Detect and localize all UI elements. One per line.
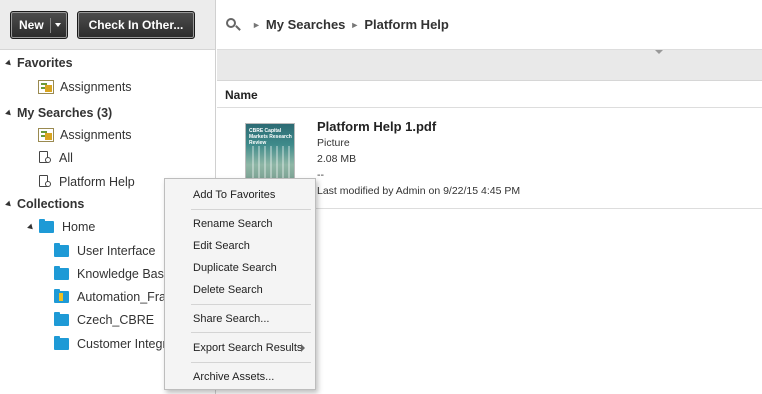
menu-item-delete-search[interactable]: Delete Search xyxy=(165,280,315,300)
check-in-other-label: Check In Other... xyxy=(88,18,184,32)
assignments-icon xyxy=(38,128,54,142)
asset-modified: Last modified by Admin on 9/22/15 4:45 P… xyxy=(317,185,521,197)
assignments-icon xyxy=(38,80,54,94)
context-menu: Add To Favorites Rename Search Edit Sear… xyxy=(164,178,316,390)
folder-icon xyxy=(54,312,69,326)
chevron-down-icon[interactable] xyxy=(655,50,663,54)
menu-item-archive-assets[interactable]: Archive Assets... xyxy=(165,367,315,387)
check-in-other-button[interactable]: Check In Other... xyxy=(77,11,195,39)
menu-item-export-search-results[interactable]: Export Search Results xyxy=(165,338,315,358)
saved-search-icon xyxy=(38,175,53,189)
new-button-label: New xyxy=(19,18,44,32)
tree-item-collection[interactable]: Czech_CBRE xyxy=(54,309,154,331)
search-icon[interactable] xyxy=(225,17,241,33)
tree-section-my-searches[interactable]: My Searches (3) xyxy=(5,102,113,124)
menu-item-add-to-favorites[interactable]: Add To Favorites xyxy=(165,185,315,205)
tree-item-label: Home xyxy=(62,220,96,234)
asset-name[interactable]: Platform Help 1.pdf xyxy=(317,119,436,134)
expand-triangle-icon[interactable] xyxy=(27,223,35,231)
tree-section-collections[interactable]: Collections xyxy=(5,193,85,215)
tree-item-label: Automation_Fram xyxy=(77,290,177,304)
menu-separator xyxy=(191,209,311,210)
breadcrumb: ► My Searches ► Platform Help xyxy=(217,0,762,50)
section-label: Favorites xyxy=(17,56,73,70)
tree-item-label: Assignments xyxy=(60,80,132,94)
chevron-right-icon xyxy=(301,344,305,352)
menu-item-duplicate-search[interactable]: Duplicate Search xyxy=(165,258,315,278)
section-label: Collections xyxy=(17,197,85,211)
expand-triangle-icon[interactable] xyxy=(5,59,13,67)
tree-item-label: Knowledge Base xyxy=(77,267,171,281)
folder-icon xyxy=(54,266,69,280)
tree-item-search-platform-help[interactable]: Platform Help xyxy=(38,171,135,193)
breadcrumb-arrow-icon: ► xyxy=(252,19,261,30)
menu-separator xyxy=(191,332,311,333)
asset-extra: -- xyxy=(317,169,324,181)
tree-section-favorites[interactable]: Favorites xyxy=(5,52,73,74)
tree-item-label: Platform Help xyxy=(59,175,135,189)
folder-icon xyxy=(54,289,69,303)
menu-item-share-search[interactable]: Share Search... xyxy=(165,309,315,329)
chevron-down-icon[interactable] xyxy=(55,23,61,27)
tree-item-collection[interactable]: Knowledge Base xyxy=(54,263,171,285)
left-toolbar: New Check In Other... xyxy=(0,0,215,50)
asset-type: Picture xyxy=(317,137,350,149)
folder-icon xyxy=(39,219,54,233)
thumbnail-text: CBRE Capital Markets Research Review xyxy=(249,128,292,146)
breadcrumb-platform-help: Platform Help xyxy=(364,17,449,32)
folder-icon xyxy=(54,243,69,257)
tree-item-home[interactable]: Home xyxy=(27,216,96,238)
tree-item-label: All xyxy=(59,151,73,165)
tree-item-search-assignments[interactable]: Assignments xyxy=(38,124,132,146)
asset-size: 2.08 MB xyxy=(317,153,357,165)
menu-separator xyxy=(191,304,311,305)
section-label: My Searches (3) xyxy=(17,106,113,120)
folder-icon xyxy=(54,336,69,350)
menu-separator xyxy=(191,362,311,363)
tree-item-collection[interactable]: User Interface xyxy=(54,240,156,262)
column-header-label: Name xyxy=(225,87,258,102)
new-button[interactable]: New xyxy=(10,11,68,39)
tree-item-favorite-assignments[interactable]: Assignments xyxy=(38,76,132,98)
expand-triangle-icon[interactable] xyxy=(5,200,13,208)
column-header-name[interactable]: Name xyxy=(217,82,762,108)
menu-item-rename-search[interactable]: Rename Search xyxy=(165,214,315,234)
tree-item-label: Czech_CBRE xyxy=(77,313,155,327)
tree-item-collection[interactable]: Customer Integra xyxy=(54,333,174,355)
breadcrumb-arrow-icon: ► xyxy=(350,19,360,30)
breadcrumb-my-searches[interactable]: My Searches xyxy=(266,17,346,32)
tree-item-search-all[interactable]: All xyxy=(38,147,73,169)
tree-item-label: Customer Integra xyxy=(77,337,174,351)
tree-item-collection[interactable]: Automation_Fram xyxy=(54,286,176,308)
expand-triangle-icon[interactable] xyxy=(5,109,13,117)
tree-item-label: Assignments xyxy=(60,128,132,142)
saved-search-icon xyxy=(38,151,53,165)
menu-item-edit-search[interactable]: Edit Search xyxy=(165,236,315,256)
tree-item-label: User Interface xyxy=(77,244,156,258)
toolbar-strip xyxy=(217,50,762,81)
